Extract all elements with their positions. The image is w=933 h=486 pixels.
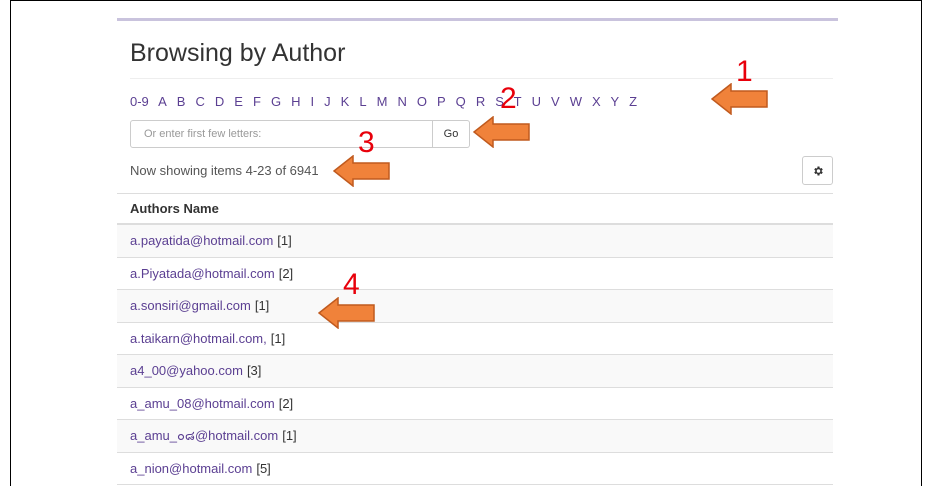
letter-link-w[interactable]: W — [570, 94, 582, 109]
letter-link-c[interactable]: C — [195, 94, 204, 109]
author-link[interactable]: a4_00@yahoo.com — [130, 363, 243, 378]
letter-link-x[interactable]: X — [592, 94, 601, 109]
letter-link-0-9[interactable]: 0-9 — [130, 94, 149, 109]
table-row: a.Piyatada@hotmail.com [2] — [117, 258, 833, 290]
author-link[interactable]: a_nion@hotmail.com — [130, 461, 252, 476]
settings-button[interactable] — [802, 156, 833, 185]
author-link[interactable]: a.sonsiri@gmail.com — [130, 298, 251, 313]
authors-rows: a.payatida@hotmail.com [1] a.Piyatada@hot… — [117, 225, 833, 485]
item-count: [1] — [277, 233, 292, 249]
annotation-number-2: 2 — [500, 82, 517, 115]
title-divider — [130, 78, 833, 79]
letter-link-y[interactable]: Y — [610, 94, 619, 109]
go-button[interactable]: Go — [433, 120, 470, 148]
item-count: [5] — [256, 460, 271, 476]
annotation-number-3: 3 — [358, 126, 375, 159]
letter-link-a[interactable]: A — [158, 94, 167, 109]
letter-link-p[interactable]: P — [437, 94, 446, 109]
letter-link-u[interactable]: U — [532, 94, 541, 109]
header-accent-bar — [117, 18, 838, 21]
annotation-arrow-1 — [711, 83, 768, 115]
gear-icon — [813, 166, 823, 175]
table-row: a_nion@hotmail.com [5] — [117, 453, 833, 485]
letter-link-d[interactable]: D — [215, 94, 224, 109]
letter-link-g[interactable]: G — [271, 94, 281, 109]
author-link[interactable]: a_amu_08@hotmail.com — [130, 396, 275, 411]
annotation-arrow-4 — [318, 297, 375, 329]
letter-link-i[interactable]: I — [310, 94, 314, 109]
table-row: a_amu_๐๘@hotmail.com [1] — [117, 420, 833, 453]
page-title: Browsing by Author — [130, 39, 346, 67]
annotation-number-4: 4 — [343, 268, 360, 301]
letter-link-j[interactable]: J — [324, 94, 331, 109]
showing-items-text: Now showing items 4-23 of 6941 — [130, 163, 319, 178]
annotation-arrow-2 — [473, 116, 530, 148]
letter-link-l[interactable]: L — [359, 94, 366, 109]
item-count: [2] — [278, 395, 294, 411]
letter-link-e[interactable]: E — [234, 94, 243, 109]
authors-column-header: Authors Name — [117, 193, 833, 225]
author-link[interactable]: a.taikarn@hotmail.com, — [130, 331, 267, 346]
letter-link-v[interactable]: V — [551, 94, 560, 109]
letter-link-h[interactable]: H — [291, 94, 300, 109]
author-link[interactable]: a_amu_๐๘@hotmail.com — [130, 425, 278, 446]
letter-link-b[interactable]: B — [177, 94, 186, 109]
item-count: [1] — [282, 428, 297, 444]
item-count: [1] — [254, 298, 270, 314]
table-row: a4_00@yahoo.com [3] — [117, 355, 833, 388]
first-letters-input[interactable] — [130, 120, 433, 148]
letter-link-n[interactable]: N — [397, 94, 406, 109]
item-count: [2] — [278, 265, 294, 281]
authors-table: Authors Name a.payatida@hotmail.com [1] a… — [117, 193, 833, 485]
letter-link-m[interactable]: M — [377, 94, 388, 109]
annotation-arrow-3 — [333, 155, 390, 187]
table-row: a_amu_08@hotmail.com [2] — [117, 388, 833, 420]
table-row: a.sonsiri@gmail.com [1] — [117, 290, 833, 323]
letter-link-r[interactable]: R — [476, 94, 485, 109]
item-count: [3] — [246, 363, 262, 379]
item-count: [1] — [270, 330, 286, 346]
frame-right-border — [921, 0, 922, 486]
letter-link-o[interactable]: O — [417, 94, 427, 109]
letter-link-f[interactable]: F — [253, 94, 261, 109]
browse-panel: Browsing by Author 0-9 A B C D E F G H I… — [117, 0, 838, 486]
alphabet-nav: 0-9 A B C D E F G H I J K L M N O P Q R … — [130, 94, 644, 109]
table-row: a.taikarn@hotmail.com, [1] — [117, 323, 833, 355]
letter-link-q[interactable]: Q — [456, 94, 466, 109]
frame-left-border — [10, 0, 11, 486]
author-link[interactable]: a.Piyatada@hotmail.com — [130, 266, 275, 281]
letter-link-k[interactable]: K — [341, 94, 350, 109]
table-row: a.payatida@hotmail.com [1] — [117, 225, 833, 258]
letter-link-z[interactable]: Z — [629, 94, 637, 109]
author-link[interactable]: a.payatida@hotmail.com — [130, 233, 273, 248]
